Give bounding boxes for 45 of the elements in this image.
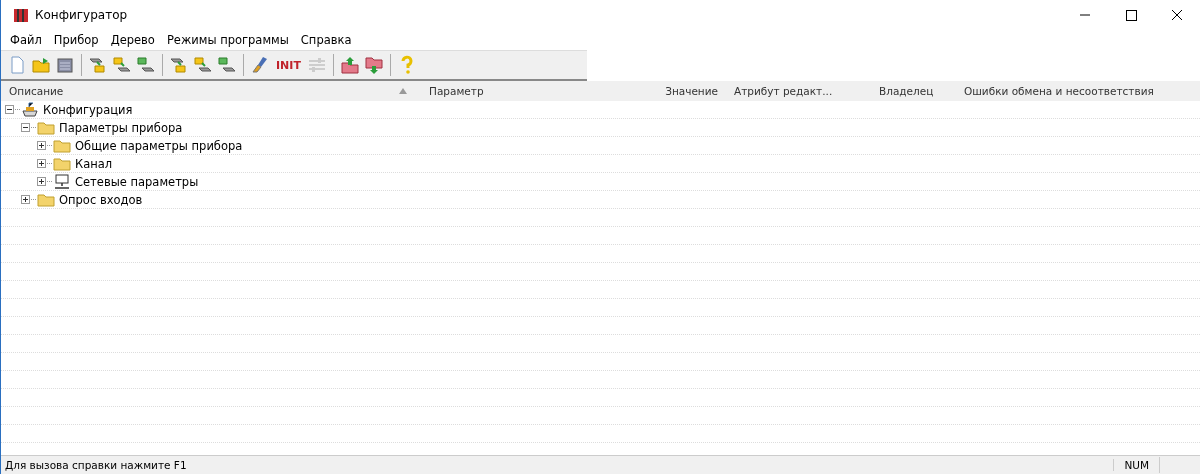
tree-item[interactable]: Конфигурация [43, 102, 133, 117]
sliders-icon[interactable] [306, 55, 327, 75]
tree-toggle-icon[interactable] [5, 105, 14, 114]
transfer-icon[interactable] [169, 55, 189, 75]
transfer-icon[interactable] [193, 55, 213, 75]
transfer-icon[interactable] [217, 55, 237, 75]
column-header[interactable]: Атрибут редакт... [726, 81, 871, 101]
folder-icon[interactable] [31, 55, 51, 75]
init-button[interactable]: INIT [274, 58, 303, 72]
num-lock-indicator: NUM [1113, 459, 1159, 471]
tree-toggle-icon[interactable] [21, 195, 30, 204]
window-title: Конфигуратор [35, 8, 128, 22]
column-header[interactable]: Описание [1, 81, 421, 101]
network-icon [53, 173, 71, 190]
column-header[interactable]: Ошибки обмена и несоответствия [956, 81, 1181, 101]
transfer-icon[interactable] [88, 55, 108, 75]
column-header[interactable]: Параметр [421, 81, 641, 101]
folder-icon [37, 119, 55, 136]
folder-icon [53, 155, 71, 172]
tree-item[interactable]: Опрос входов [59, 192, 143, 207]
folder-icon [37, 191, 55, 208]
tree-item[interactable]: Параметры прибора [59, 120, 183, 135]
column-header[interactable]: Владелец [871, 81, 956, 101]
tree-item[interactable]: Сетевые параметры [75, 174, 199, 189]
download-folder-icon[interactable] [363, 55, 384, 75]
brush-icon[interactable] [250, 55, 270, 75]
tree-item[interactable]: Общие параметры прибора [75, 138, 243, 153]
folder-icon [53, 137, 71, 154]
transfer-icon[interactable] [112, 55, 132, 75]
transfer-icon[interactable] [136, 55, 156, 75]
sort-arrow-icon [399, 88, 407, 94]
menu-item[interactable]: Дерево [105, 32, 160, 48]
menu-item[interactable]: Прибор [48, 32, 104, 48]
status-text: Для вызова справки нажмите F1 [4, 459, 187, 471]
tree-toggle-icon[interactable] [37, 141, 46, 150]
app-logo-icon [13, 7, 29, 23]
column-header[interactable]: Значение [641, 81, 726, 101]
upload-folder-icon[interactable] [339, 55, 360, 75]
menu-item[interactable]: Режимы программы [161, 32, 294, 48]
tree-toggle-icon[interactable] [37, 159, 46, 168]
tree-toggle-icon[interactable] [37, 177, 46, 186]
menu-item[interactable]: Файл [5, 32, 47, 48]
tree-item[interactable]: Канал [75, 156, 113, 171]
tree-toggle-icon[interactable] [21, 123, 30, 132]
menu-item[interactable]: Справка [295, 32, 357, 48]
